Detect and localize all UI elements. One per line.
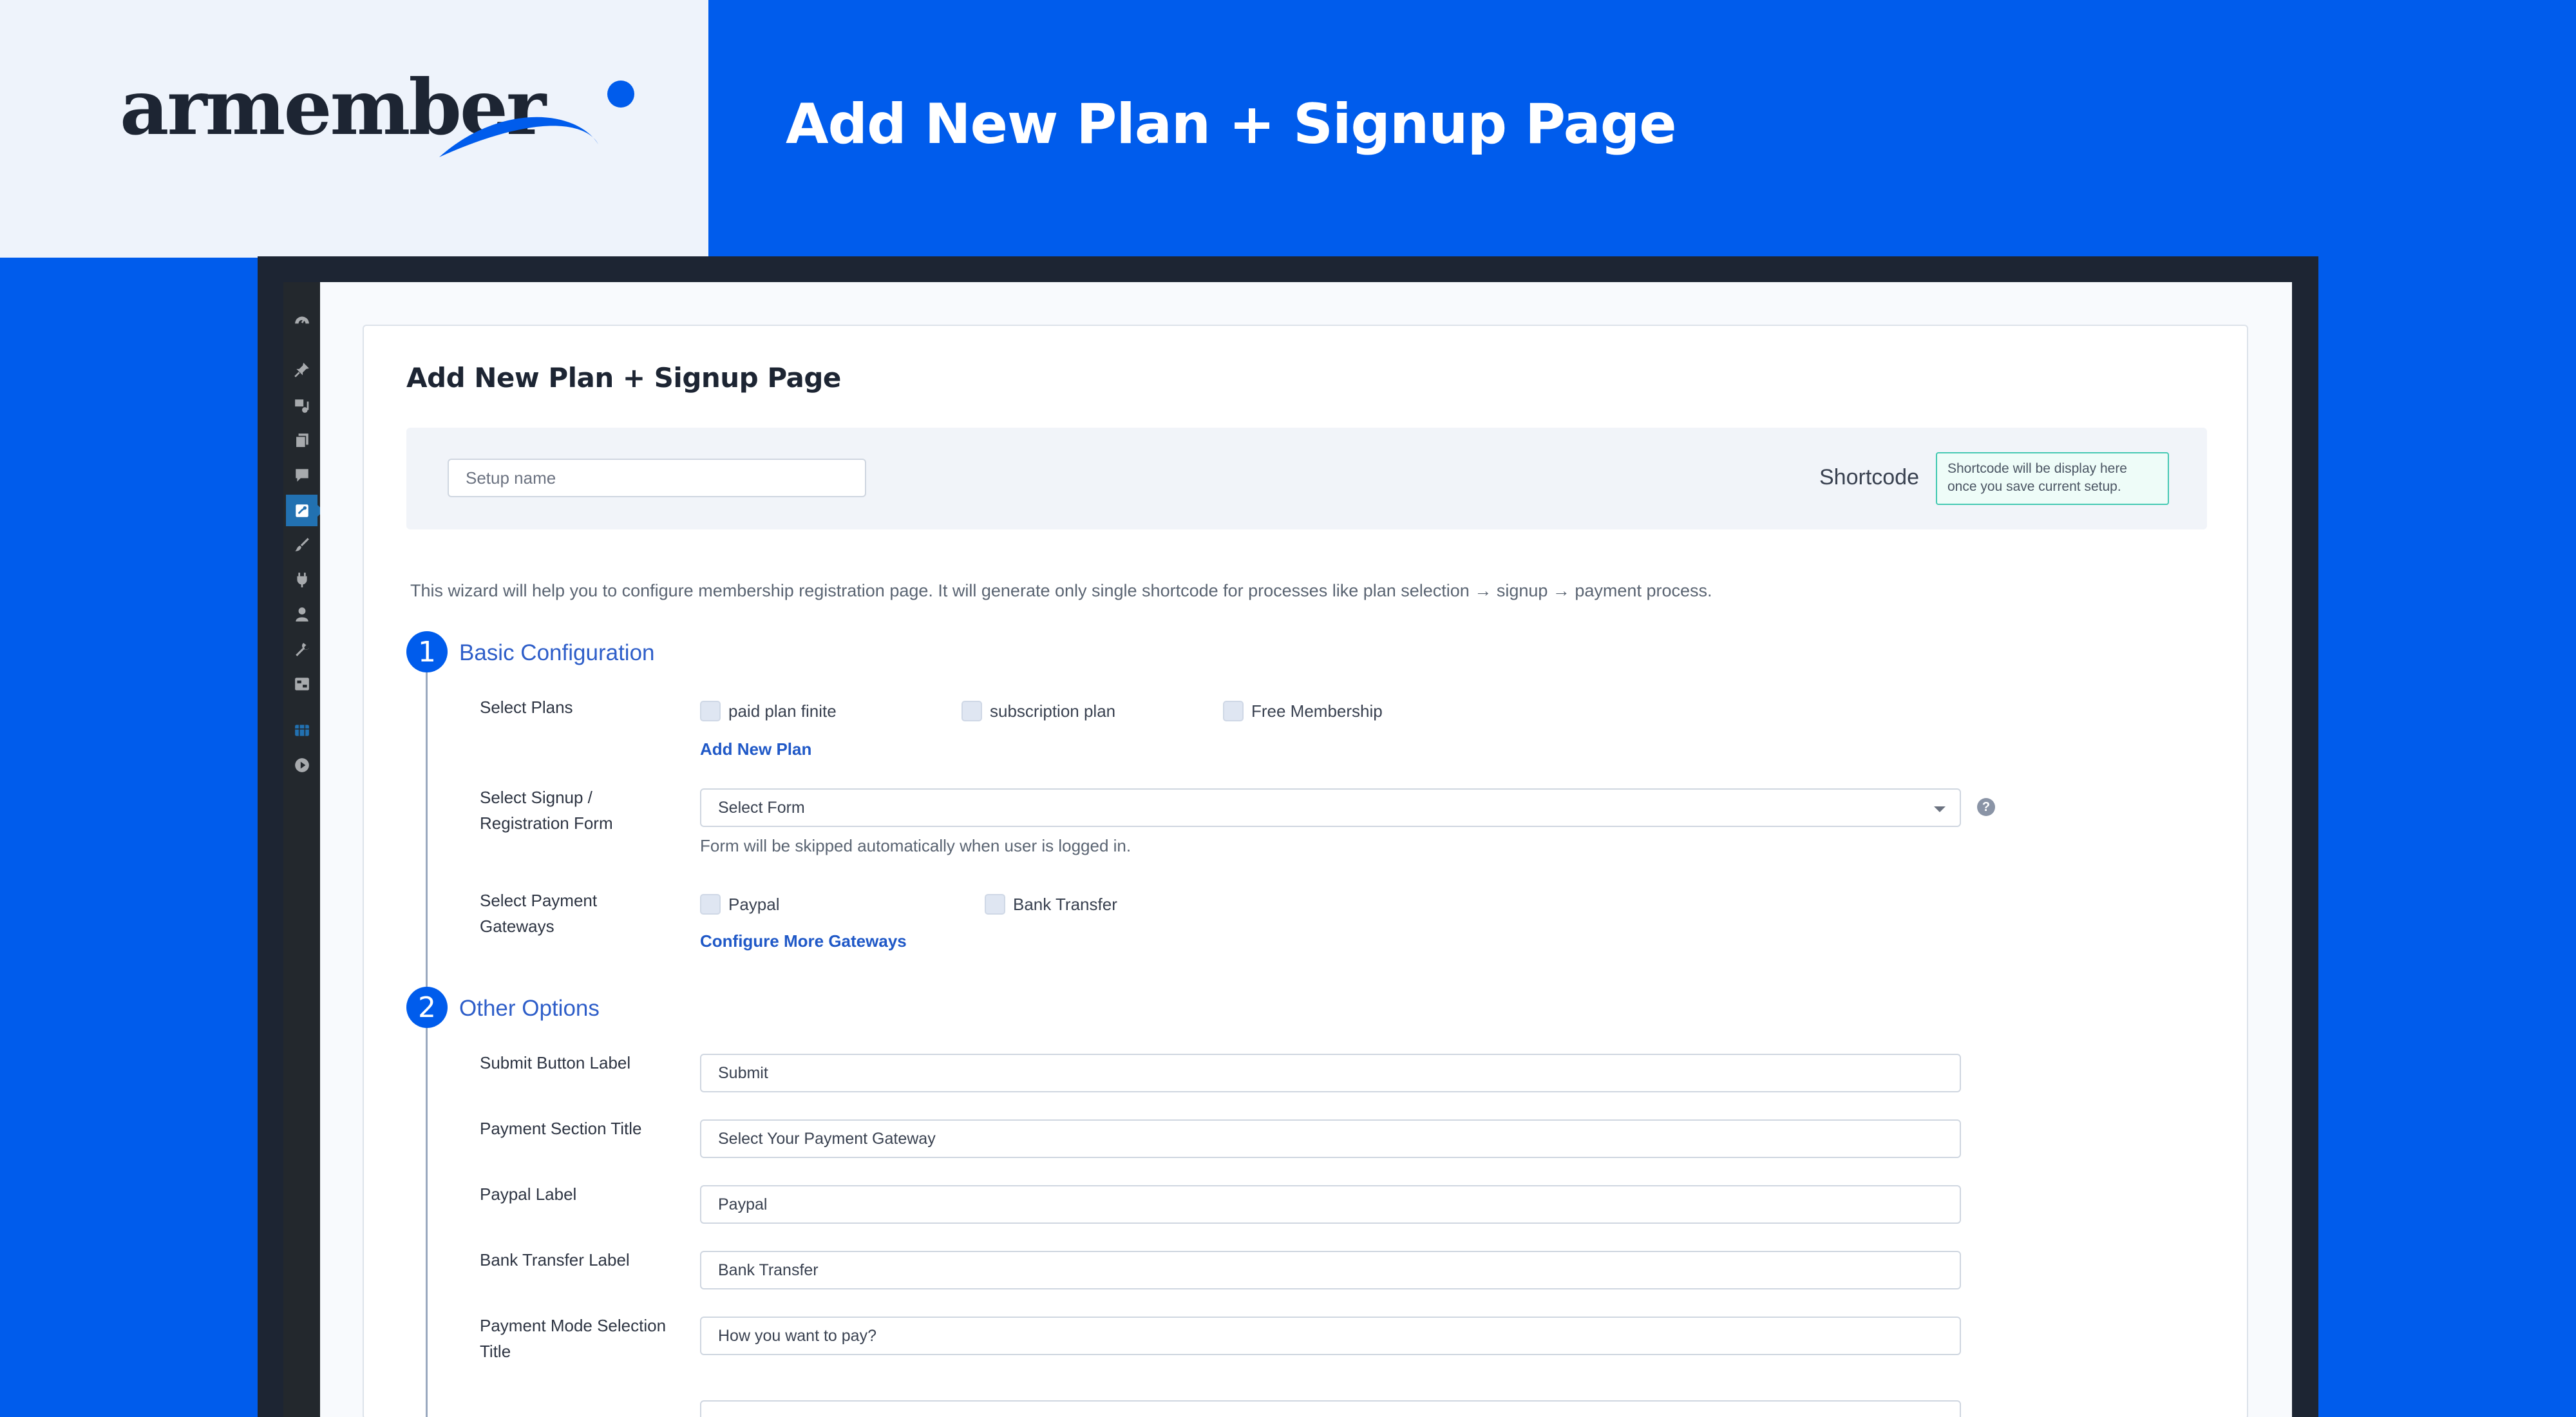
add-new-plan-link[interactable]: Add New Plan [700,739,811,759]
comments-icon[interactable] [293,466,311,484]
shortcode-display: Shortcode will be display here once you … [1936,452,2169,505]
plan-label: subscription plan [990,701,1116,721]
gateway-checkbox-bank-transfer[interactable]: Bank Transfer [985,894,1117,915]
banner-title: Add New Plan + Signup Page [786,92,1677,157]
step-2-title: Other Options [459,996,600,1021]
checkbox[interactable] [1223,701,1244,721]
gateway-label: Bank Transfer [1013,894,1117,914]
gateway-checkbox-paypal[interactable]: Paypal [700,894,780,915]
checkbox[interactable] [700,701,721,721]
settings-icon[interactable] [293,675,311,693]
wp-admin-sidebar [283,282,324,1417]
logo-swoosh-icon [439,81,634,157]
step-1-badge: 1 [406,631,448,672]
brand-panel: armember [0,0,708,258]
gateway-label: Paypal [728,894,780,914]
checkbox[interactable] [985,894,1005,915]
pages-icon[interactable] [293,432,311,450]
checkbox[interactable] [961,701,982,721]
signup-form-label: Select Signup / Registration Form [480,788,613,833]
plan-checkbox-paid-plan-finite[interactable]: paid plan finite [700,701,837,721]
signup-form-selected-value: Select Form [718,798,805,817]
pin-icon[interactable] [293,361,311,379]
database-icon[interactable] [293,721,311,739]
select-plans-label: Select Plans [480,698,573,717]
bank-transfer-label-input[interactable] [700,1251,1961,1289]
screenshot-frame: Add New Plan + Signup Page Shortcode Sho… [258,256,2318,1417]
signup-form-help-text: Form will be skipped automatically when … [700,836,1132,855]
admin-content: Add New Plan + Signup Page Shortcode Sho… [320,282,2292,1417]
page-title: Add New Plan + Signup Page [406,362,841,394]
users-icon[interactable] [293,605,311,623]
chevron-down-icon [1934,806,1946,812]
next-field-input[interactable] [700,1400,1961,1417]
bank-transfer-label-label: Bank Transfer Label [480,1250,630,1270]
plan-label: Free Membership [1251,701,1383,721]
plan-label: paid plan finite [728,701,837,721]
help-icon[interactable]: ? [1977,798,1995,816]
plan-checkbox-free-membership[interactable]: Free Membership [1223,701,1383,721]
armember-logo: armember [120,70,634,157]
dashboard-icon[interactable] [293,312,311,330]
paypal-label-input[interactable] [700,1185,1961,1224]
submit-button-label-input[interactable] [700,1054,1961,1092]
payment-mode-title-input[interactable] [700,1317,1961,1355]
armember-icon[interactable] [286,495,324,526]
plugins-icon[interactable] [293,571,311,589]
checkbox[interactable] [700,894,721,915]
submit-button-label-label: Submit Button Label [480,1053,631,1072]
setup-wizard-card: Add New Plan + Signup Page Shortcode Sho… [363,325,2248,1417]
media-icon[interactable] [293,397,311,415]
appearance-icon[interactable] [293,536,311,554]
setup-header-bar: Shortcode Shortcode will be display here… [406,428,2207,529]
payment-section-title-input[interactable] [700,1119,1961,1158]
payment-mode-title-label: Payment Mode Selection Title [480,1316,667,1361]
shortcode-label: Shortcode [1819,465,1919,490]
payment-section-title-label: Payment Section Title [480,1119,642,1138]
signup-form-select[interactable]: Select Form [700,788,1961,827]
paypal-label-label: Paypal Label [480,1184,577,1204]
wizard-intro-text: This wizard will help you to configure m… [410,581,1712,600]
setup-name-input[interactable] [448,459,866,497]
step-1-title: Basic Configuration [459,640,655,665]
plan-checkbox-subscription-plan[interactable]: subscription plan [961,701,1115,721]
tools-icon[interactable] [293,640,311,658]
payment-gateways-label: Select Payment Gateways [480,891,598,936]
play-icon[interactable] [293,756,311,774]
step-timeline [426,661,428,1417]
configure-more-gateways-link[interactable]: Configure More Gateways [700,931,907,951]
step-2-badge: 2 [406,987,448,1028]
